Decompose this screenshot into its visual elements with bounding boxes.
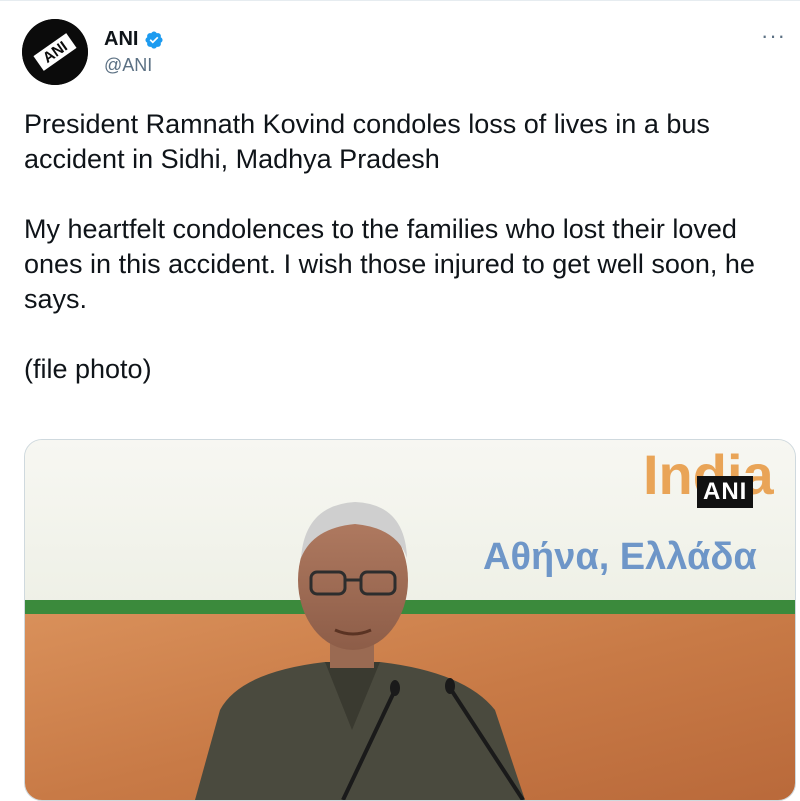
author-block: ANI @ANI: [104, 28, 164, 76]
tweet-paragraph: President Ramnath Kovind condoles loss o…: [24, 109, 710, 174]
author-handle[interactable]: @ANI: [104, 55, 164, 76]
ani-logo-icon: ANI: [22, 19, 88, 85]
more-options-icon[interactable]: ···: [761, 23, 786, 49]
tweet-media-photo[interactable]: India Αθήνα, Ελλάδα ANI: [24, 439, 796, 801]
verified-badge-icon: [145, 30, 163, 49]
tweet-text: President Ramnath Kovind condoles loss o…: [24, 107, 784, 422]
author-name[interactable]: ANI: [104, 28, 138, 51]
avatar[interactable]: ANI: [22, 19, 88, 85]
tweet-paragraph: My heartfelt condolences to the families…: [24, 214, 755, 314]
ani-watermark: ANI: [697, 476, 754, 508]
tweet-paragraph: (file photo): [24, 354, 152, 384]
tweet-card[interactable]: ANI ANI @ANI ··· President Ramnath Kovin…: [0, 0, 800, 801]
banner-subtitle: Αθήνα, Ελλάδα: [483, 536, 757, 578]
